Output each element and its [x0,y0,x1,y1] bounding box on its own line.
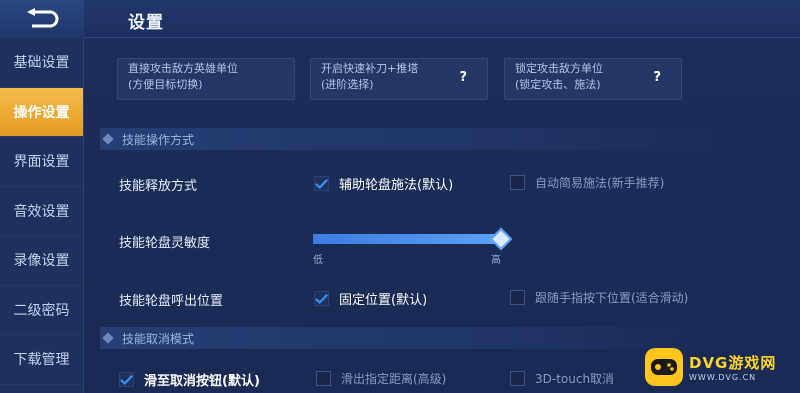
checkmark-icon [315,293,328,304]
diamond-icon [102,133,114,145]
option-title: 开启快速补刀+推塔 [321,62,419,75]
wheel-follow-checkbox[interactable]: 跟随手指按下位置(适合滑动) [510,289,688,306]
sidebar: 基础设置 操作设置 界面设置 音效设置 录像设置 二级密码 下载管理 [0,38,84,393]
sidebar-item-interface[interactable]: 界面设置 [0,137,83,187]
option-title: 直接攻击敌方英雄单位 [128,62,238,75]
top-bar: 设置 [0,0,800,38]
sidebar-item-recording[interactable]: 录像设置 [0,236,83,286]
watermark-brand: DVG游戏网 [689,354,777,372]
checkbox-box [510,175,525,190]
option-subtitle: (方便目标切换) [128,78,203,91]
cast-mode-auto-checkbox[interactable]: 自动简易施法(新手推荐) [510,174,664,191]
checkmark-icon [315,178,328,189]
cancel-button-checkbox[interactable]: 滑至取消按钮(默认) [119,370,260,389]
checkbox-label: 3D-touch取消 [535,372,615,386]
slider-min-label: 低 [313,255,323,266]
sidebar-item-downloads[interactable]: 下载管理 [0,335,83,385]
checkbox-label: 自动简易施法(新手推荐) [535,176,665,190]
sensitivity-slider[interactable] [313,234,501,244]
settings-content: 直接攻击敌方英雄单位 (方便目标切换) 开启快速补刀+推塔 (进阶选择) ? 锁… [84,38,800,393]
watermark: DVG游戏网 WWW.DVG.CN [645,345,795,389]
wheel-position-label: 技能轮盘呼出位置 [119,294,224,309]
back-arrow-icon [27,8,59,28]
section-title: 技能取消模式 [122,331,195,346]
checkbox-label: 跟随手指按下位置(适合滑动) [535,291,689,305]
checkbox-box [510,371,525,386]
section-header-cancel: 技能取消模式 [100,327,720,349]
option-subtitle: (进阶选择) [321,78,374,91]
slider-handle[interactable] [489,227,513,251]
sidebar-item-sound[interactable]: 音效设置 [0,187,83,236]
section-header-skill-ops: 技能操作方式 [100,128,720,150]
checkbox-label: 滑出指定距离(高级) [341,372,447,386]
cancel-distance-checkbox[interactable]: 滑出指定距离(高级) [316,370,446,387]
checkbox-box [119,372,134,387]
slider-max-label: 高 [491,255,501,266]
option-subtitle: (锁定攻击、施法) [515,78,601,91]
back-button[interactable] [0,0,84,38]
wheel-fixed-checkbox[interactable]: 固定位置(默认) [314,289,427,308]
target-option-lock[interactable]: 锁定攻击敌方单位 (锁定攻击、施法) ? [504,58,682,100]
target-option-quick-farm[interactable]: 开启快速补刀+推塔 (进阶选择) ? [310,58,488,100]
diamond-icon [102,332,114,344]
checkbox-box [316,371,331,386]
sidebar-item-password[interactable]: 二级密码 [0,286,83,335]
gamepad-logo-icon [645,348,683,386]
cast-mode-default-checkbox[interactable]: 辅助轮盘施法(默认) [314,174,453,193]
checkbox-box [314,176,329,191]
checkbox-label: 辅助轮盘施法(默认) [339,178,454,193]
checkbox-label: 滑至取消按钮(默认) [144,374,260,389]
help-icon[interactable]: ? [459,70,467,86]
target-option-direct[interactable]: 直接攻击敌方英雄单位 (方便目标切换) [117,58,295,100]
page-title: 设置 [128,13,164,33]
sidebar-item-controls[interactable]: 操作设置 [0,87,83,137]
checkbox-box [510,290,525,305]
sensitivity-label: 技能轮盘灵敏度 [119,236,211,251]
sidebar-item-basic[interactable]: 基础设置 [0,38,83,88]
cast-mode-label: 技能释放方式 [119,179,198,194]
watermark-url: WWW.DVG.CN [689,373,757,382]
cancel-3dtouch-checkbox[interactable]: 3D-touch取消 [510,370,614,387]
section-title: 技能操作方式 [122,132,195,147]
option-title: 锁定攻击敌方单位 [515,62,603,75]
checkbox-label: 固定位置(默认) [339,293,428,308]
help-icon[interactable]: ? [653,70,661,86]
checkmark-icon [120,374,133,385]
checkbox-box [314,291,329,306]
